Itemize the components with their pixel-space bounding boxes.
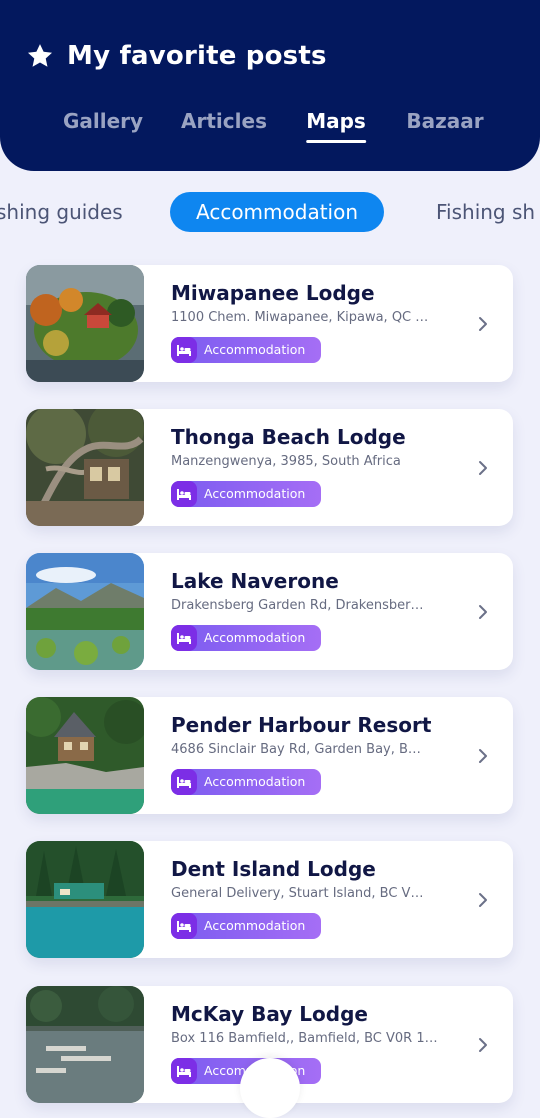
bed-icon	[171, 769, 197, 795]
badge-label: Accommodation	[204, 342, 306, 357]
bed-icon	[171, 913, 197, 939]
chevron-right-icon	[477, 747, 489, 765]
tab-bazaar[interactable]: Bazaar	[406, 109, 483, 133]
category-badge: Accommodation	[171, 625, 321, 651]
post-card-miwapanee-lodge[interactable]: Miwapanee Lodge 1100 Chem. Miwapanee, Ki…	[26, 265, 513, 382]
post-card-pender-harbour-resort[interactable]: Pender Harbour Resort 4686 Sinclair Bay …	[26, 697, 513, 814]
post-title: Pender Harbour Resort	[171, 713, 432, 737]
chevron-right-icon	[477, 315, 489, 333]
post-thumbnail	[26, 553, 144, 670]
chevron-right-icon	[477, 603, 489, 621]
post-thumbnail	[26, 697, 144, 814]
tab-maps[interactable]: Maps	[306, 109, 366, 143]
badge-label: Accommodation	[204, 486, 306, 501]
tab-maps-label: Maps	[306, 109, 366, 133]
post-address: Manzengwenya, 3985, South Africa	[171, 454, 401, 469]
bed-icon	[171, 337, 197, 363]
post-card-lake-naverone[interactable]: Lake Naverone Drakensberg Garden Rd, Dra…	[26, 553, 513, 670]
category-filter-bar: shing guides Accommodation Fishing sh	[0, 192, 540, 232]
tab-articles[interactable]: Articles	[181, 109, 267, 133]
post-title: Thonga Beach Lodge	[171, 425, 406, 449]
post-address: 1100 Chem. Miwapanee, Kipawa, QC …	[171, 310, 429, 325]
post-thumbnail	[26, 409, 144, 526]
post-title: Miwapanee Lodge	[171, 281, 375, 305]
badge-label: Accommodation	[204, 774, 306, 789]
post-thumbnail	[26, 986, 144, 1103]
chip-fishing-guides[interactable]: shing guides	[0, 192, 123, 232]
page-title: My favorite posts	[67, 41, 327, 71]
title-row: My favorite posts	[26, 36, 327, 76]
tab-gallery[interactable]: Gallery	[63, 109, 143, 133]
post-title: Lake Naverone	[171, 569, 339, 593]
category-badge: Accommodation	[171, 481, 321, 507]
post-card-dent-island-lodge[interactable]: Dent Island Lodge General Delivery, Stua…	[26, 841, 513, 958]
chevron-right-icon	[477, 1036, 489, 1054]
bed-icon	[171, 625, 197, 651]
category-badge: Accommodation	[171, 337, 321, 363]
post-address: Drakensberg Garden Rd, Drakensber…	[171, 598, 424, 613]
post-address: Box 116 Bamfield,, Bamfield, BC V0R 1…	[171, 1031, 438, 1046]
badge-label: Accommodation	[204, 630, 306, 645]
active-tab-indicator	[306, 140, 366, 143]
category-badge: Accommodation	[171, 769, 321, 795]
post-card-thonga-beach-lodge[interactable]: Thonga Beach Lodge Manzengwenya, 3985, S…	[26, 409, 513, 526]
app-header: My favorite posts Gallery Articles Maps …	[0, 0, 540, 171]
post-thumbnail	[26, 841, 144, 958]
floating-action-button[interactable]	[240, 1058, 300, 1118]
category-badge: Accommodation	[171, 913, 321, 939]
bed-icon	[171, 1058, 197, 1084]
chip-fishing-shops[interactable]: Fishing sh	[436, 192, 535, 232]
post-title: McKay Bay Lodge	[171, 1002, 368, 1026]
chip-accommodation[interactable]: Accommodation	[170, 192, 385, 232]
post-title: Dent Island Lodge	[171, 857, 376, 881]
star-icon	[26, 42, 54, 70]
post-address: General Delivery, Stuart Island, BC V…	[171, 886, 424, 901]
chevron-right-icon	[477, 459, 489, 477]
post-address: 4686 Sinclair Bay Rd, Garden Bay, B…	[171, 742, 421, 757]
chevron-right-icon	[477, 891, 489, 909]
tab-bar: Gallery Articles Maps Bazaar	[0, 109, 540, 149]
post-thumbnail	[26, 265, 144, 382]
bed-icon	[171, 481, 197, 507]
badge-label: Accommodation	[204, 918, 306, 933]
